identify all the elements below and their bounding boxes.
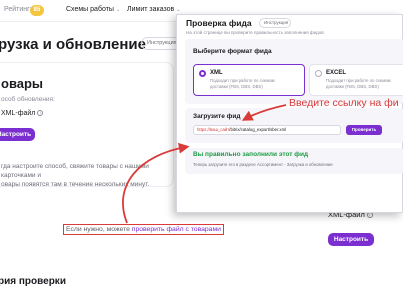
check-feed-button[interactable]: Проверить (346, 125, 382, 135)
feed-url-path: /bitrix/catalog_export/sber.xml (229, 127, 287, 132)
configure-button[interactable]: Настроить (0, 128, 35, 141)
nav-order-limit[interactable]: Лимит заказов ⌄ (127, 6, 180, 13)
radio-icon[interactable] (315, 70, 322, 77)
update-method-hint: особ обновления: (1, 96, 55, 103)
rating-label: Рейтинг: (4, 6, 32, 13)
check-file-link[interactable]: проверить файл с товарами (132, 226, 221, 233)
check-file-line: Если нужно, можете проверить файл с това… (63, 224, 224, 235)
modal-title: Проверка фида (186, 18, 252, 28)
nav-schemes-label: Схемы работы (66, 6, 114, 13)
nav-order-limit-label: Лимит заказов (127, 6, 175, 13)
rating-badge: 85 (30, 5, 44, 16)
info-icon[interactable]: i (37, 110, 44, 117)
products-card: овары особ обновления: XML-файл i Настрои… (0, 62, 174, 188)
modal-subtitle: На этой странице вы проверите правильнос… (186, 30, 325, 35)
format-section-label: Выберите формат фида (193, 48, 272, 55)
feed-url-domain: https://ваш_сайт (197, 127, 230, 132)
right-feed-card: XML-файл i Настроить (322, 206, 403, 256)
format-option-desc: Подходит при работе по схемам доставки (… (326, 78, 391, 89)
format-option-name: XML (210, 70, 223, 76)
chevron-down-icon: ⌄ (176, 7, 181, 13)
check-file-prefix: Если нужно, можете (66, 226, 132, 233)
feed-format-label: XML-файл (1, 110, 36, 117)
page-title: рузка и обновление (0, 36, 146, 53)
format-option-desc: Подходит при работе по схемам доставки (… (210, 78, 275, 89)
instructions-button[interactable]: Инструкция (141, 37, 181, 50)
format-option-name: EXCEL (326, 70, 347, 76)
modal-instructions-badge[interactable]: Инструкция (259, 18, 291, 28)
result-title: Вы правильно заполнили этот фид (193, 151, 309, 158)
upload-section: Загрузите фид https://ваш_сайт/bitrix/ca… (185, 108, 403, 143)
result-section: Вы правильно заполнили этот фид Теперь з… (185, 148, 403, 174)
format-option-xml[interactable]: XML Подходит при работе по схемам достав… (193, 64, 305, 96)
format-section: Выберите формат фида XML Подходит при ра… (185, 39, 403, 104)
right-configure-button[interactable]: Настроить (328, 233, 374, 246)
upload-section-label: Загрузите фид (193, 113, 241, 120)
result-desc: Теперь загрузите его в разделе Ассортиме… (193, 162, 333, 167)
feed-url-input[interactable]: https://ваш_сайт/bitrix/catalog_export/s… (193, 125, 341, 135)
feed-check-window: Проверка фида Инструкция На этой страниц… (176, 14, 403, 213)
annotation-callout: Введите ссылку на фи (289, 97, 399, 109)
format-option-excel[interactable]: EXCEL Подходит при работе по схемам дост… (309, 64, 403, 96)
products-note: гда настроите способ, свяжите товары с н… (1, 163, 150, 188)
feed-format: XML-файл i (1, 110, 44, 117)
radio-selected-icon[interactable] (199, 70, 206, 77)
products-card-title: овары (1, 76, 44, 91)
chevron-down-icon: ⌄ (115, 7, 121, 13)
nav-schemes[interactable]: Схемы работы ⌄ (66, 6, 120, 13)
history-title: рия проверки (0, 276, 66, 287)
